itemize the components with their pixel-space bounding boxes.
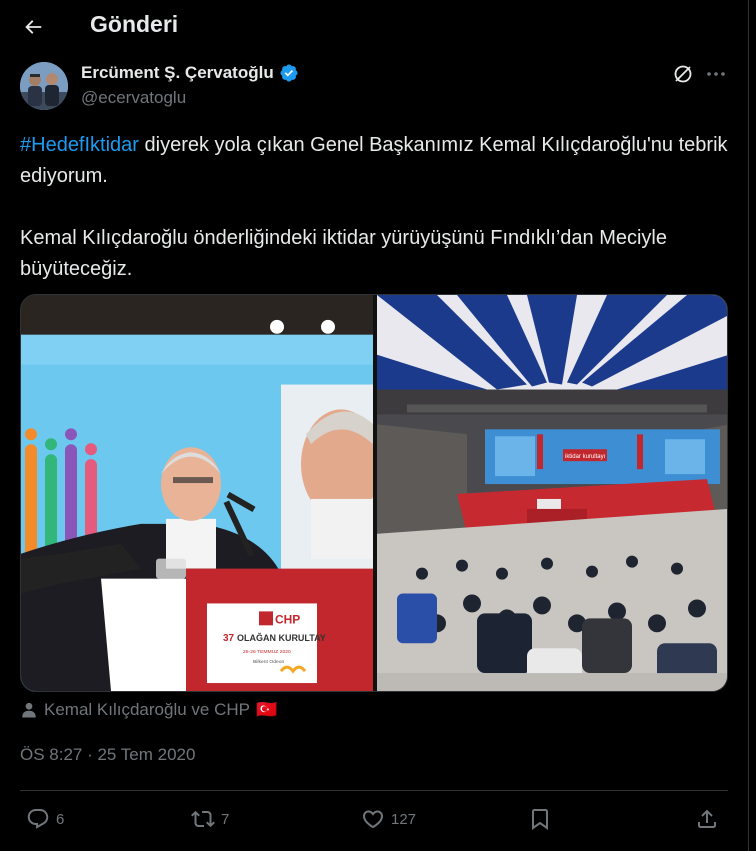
avatar-image [20, 62, 68, 110]
tagged-users-link[interactable]: Kemal Kılıçdaroğlu ve CHP [44, 700, 250, 720]
banner-number: 37 [223, 633, 235, 644]
bookmark-button[interactable] [528, 801, 552, 837]
banner-logo-text: CHP [275, 612, 300, 626]
photo-congress-hall[interactable]: iktidar kurultayı [377, 295, 728, 691]
author-name-text: Ercüment Ş. Çervatoğlu [81, 63, 274, 82]
tweet-text: #HedefIktidar diyerek yola çıkan Genel B… [20, 130, 740, 285]
back-button[interactable] [18, 12, 48, 42]
banner-date: 25-26 TEMMUZ 2020 [243, 649, 291, 655]
tagged-users: Kemal Kılıçdaroğlu ve CHP 🇹🇷 [20, 700, 277, 720]
grok-icon[interactable] [671, 62, 695, 86]
tweet-paragraph-2: Kemal Kılıçdaroğlu önderliğindeki iktida… [20, 227, 667, 280]
divider [20, 790, 728, 791]
hall-screen-text: iktidar kurultayı [565, 454, 606, 460]
retweet-count: 7 [221, 810, 230, 828]
flag-emoji: 🇹🇷 [255, 700, 278, 719]
retweet-icon [191, 810, 215, 828]
back-arrow-icon [25, 20, 42, 34]
banner-venue: Bilkent Odeon [253, 659, 285, 665]
reply-icon [27, 809, 49, 829]
action-bar: 6 7 127 [20, 801, 728, 837]
banner-title: OLAĞAN KURULTAY [237, 632, 326, 643]
reply-count: 6 [56, 810, 65, 828]
like-icon [362, 810, 384, 829]
hashtag-link[interactable]: #HedefIktidar [20, 134, 139, 156]
avatar[interactable] [20, 62, 68, 110]
photo-speaker[interactable]: CHP 37 OLAĞAN KURULTAY 25-26 TEMMUZ 2020… [21, 295, 373, 691]
page-title: Gönderi [90, 11, 179, 37]
more-icon[interactable] [704, 62, 728, 86]
verified-badge-icon [280, 64, 298, 82]
post-timestamp[interactable]: ÖS 8:27 · 25 Tem 2020 [20, 745, 195, 765]
reply-button[interactable]: 6 [26, 801, 64, 837]
like-count: 127 [391, 810, 417, 828]
page-header: Gönderi [0, 0, 748, 53]
bookmark-icon [532, 809, 548, 830]
author-handle[interactable]: @ecervatoglu [81, 88, 186, 108]
tweet-paragraph-1: #HedefIktidar diyerek yola çıkan Genel B… [20, 130, 740, 192]
person-icon [22, 702, 36, 718]
tweet-detail-column: Gönderi Ercüment Ş. Çervatoğlu @ecervato… [0, 0, 749, 851]
like-button[interactable]: 127 [361, 801, 416, 837]
media-grid: CHP 37 OLAĞAN KURULTAY 25-26 TEMMUZ 2020… [20, 294, 728, 692]
share-icon [698, 809, 716, 828]
retweet-button[interactable]: 7 [191, 801, 229, 837]
author-name[interactable]: Ercüment Ş. Çervatoğlu [81, 63, 299, 83]
share-button[interactable] [695, 801, 719, 837]
